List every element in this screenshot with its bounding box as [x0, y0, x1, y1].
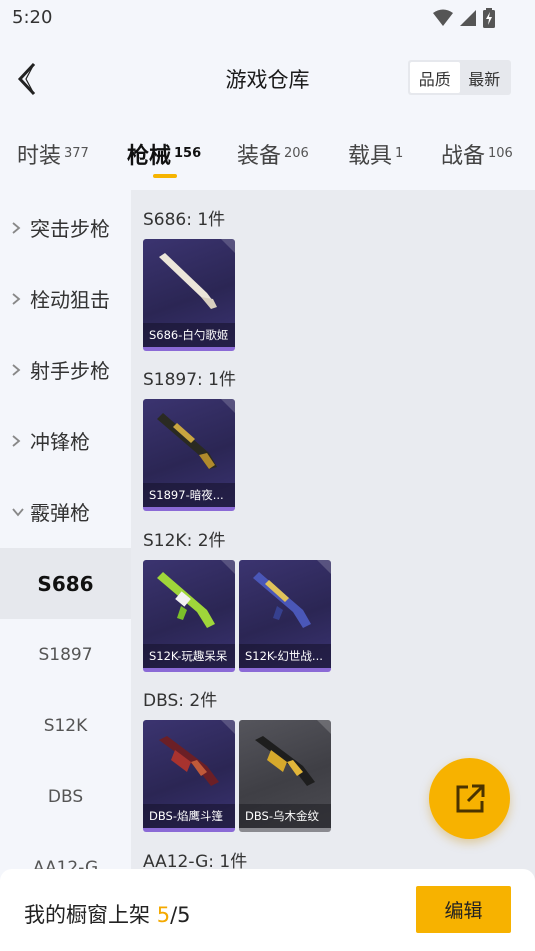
chevron-right-icon — [11, 434, 27, 448]
shotgun-skin-icon — [255, 736, 315, 786]
chevron-right-icon — [11, 363, 27, 377]
tab-vehicles[interactable]: 载具 1 — [348, 138, 403, 170]
sidebar-subitem-dbs[interactable]: DBS — [0, 761, 131, 832]
item-card[interactable]: DBS-焰鹰斗篷 — [143, 720, 235, 832]
shotgun-skin-icon — [253, 572, 311, 628]
sort-toggle[interactable]: 品质 最新 — [408, 60, 511, 95]
showcase-count: 我的橱窗上架 5/5 — [24, 903, 191, 927]
group-title-s12k: S12K: 2件 — [143, 531, 226, 551]
edit-button[interactable]: 编辑 — [416, 886, 511, 933]
sidebar-subitem-s1897[interactable]: S1897 — [0, 619, 131, 690]
battery-charging-icon — [483, 8, 495, 28]
active-tab-indicator — [153, 174, 177, 178]
sort-option-quality[interactable]: 品质 — [410, 62, 460, 93]
group-title-dbs: DBS: 2件 — [143, 691, 218, 711]
sidebar-item-smg[interactable]: 冲锋枪 — [0, 405, 131, 476]
shotgun-skin-icon — [159, 253, 217, 309]
sidebar-item-shotgun[interactable]: 霰弹枪 — [0, 476, 131, 547]
header: 游戏仓库 品质 最新 — [0, 36, 535, 120]
tab-equipment[interactable]: 装备 206 — [237, 138, 309, 170]
sort-option-newest[interactable]: 最新 — [460, 62, 510, 93]
item-card[interactable]: S1897-暗夜... — [143, 399, 235, 511]
item-card[interactable]: S12K-玩趣呆呆 — [143, 560, 235, 672]
wifi-icon — [433, 9, 453, 26]
sidebar-item-bolt-sniper[interactable]: 栓动狙击 — [0, 263, 131, 334]
sidebar-item-marksman-rifle[interactable]: 射手步枪 — [0, 334, 131, 405]
signal-icon — [460, 10, 476, 26]
tab-firearms[interactable]: 枪械 156 — [127, 138, 201, 170]
status-bar: 5:20 — [0, 0, 535, 36]
tab-fashion[interactable]: 时装 377 — [17, 138, 89, 170]
shotgun-skin-icon — [157, 572, 215, 628]
shotgun-skin-icon — [159, 736, 219, 786]
group-title-s686: S686: 1件 — [143, 210, 226, 230]
group-title-s1897: S1897: 1件 — [143, 370, 237, 390]
item-card[interactable]: DBS-乌木金纹 — [239, 720, 331, 832]
tab-supplies[interactable]: 战备 106 — [441, 138, 513, 170]
item-card[interactable]: S686-白勺歌姬 — [143, 239, 235, 351]
category-tabs: 时装 377 枪械 156 装备 206 载具 1 战备 106 — [0, 120, 535, 190]
chevron-right-icon — [11, 292, 27, 306]
shotgun-skin-icon — [157, 413, 217, 469]
share-external-icon — [456, 784, 484, 812]
status-time: 5:20 — [12, 7, 53, 28]
share-fab[interactable] — [429, 758, 510, 839]
sidebar-subitem-s686[interactable]: S686 — [0, 548, 131, 619]
bottom-bar: 我的橱窗上架 5/5 编辑 — [0, 869, 535, 951]
sidebar: 突击步枪 栓动狙击 射手步枪 冲锋枪 霰弹枪 S686 S1897 S12K D… — [0, 190, 131, 890]
chevron-right-icon — [11, 221, 27, 235]
chevron-down-icon — [11, 507, 27, 517]
item-card[interactable]: S12K-幻世战... — [239, 560, 331, 672]
sidebar-subitem-s12k[interactable]: S12K — [0, 690, 131, 761]
sidebar-item-assault-rifle[interactable]: 突击步枪 — [0, 192, 131, 263]
